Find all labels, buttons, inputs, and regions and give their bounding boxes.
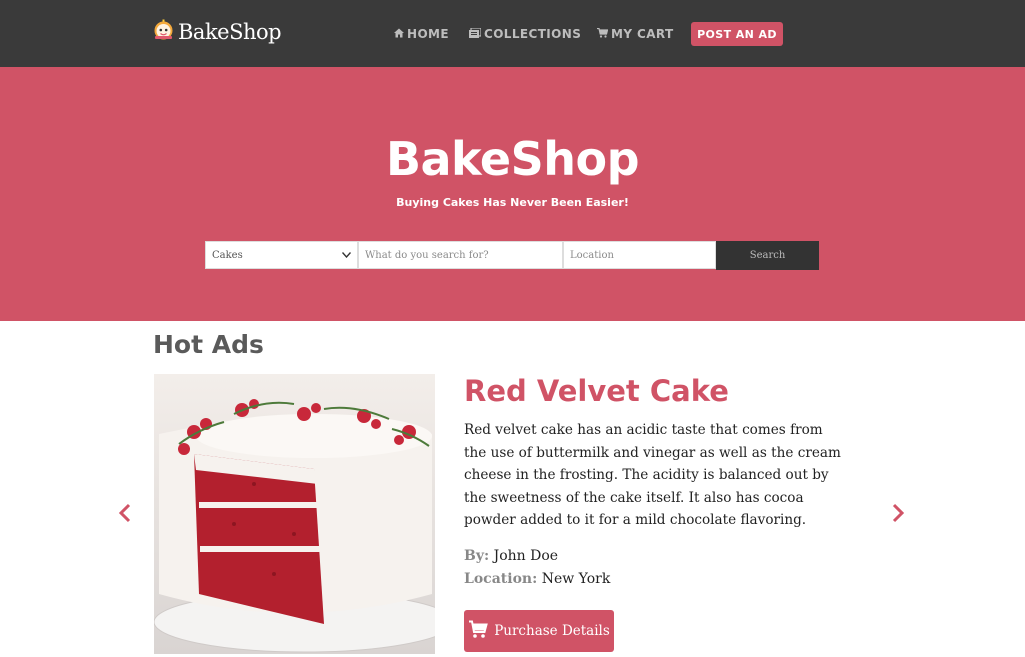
- collections-icon: [469, 27, 482, 41]
- nav-home-label: HOME: [407, 27, 449, 41]
- carousel-prev-button[interactable]: [118, 503, 132, 527]
- hot-ads-title: Hot Ads: [153, 330, 264, 359]
- location-input-placeholder: Location: [570, 249, 614, 261]
- chevron-right-icon: [891, 503, 905, 527]
- product-author: By: John Doe: [464, 548, 558, 564]
- search-input-placeholder: What do you search for?: [365, 249, 489, 261]
- nav-collections[interactable]: COLLECTIONS: [469, 27, 581, 41]
- hero-subtitle: Buying Cakes Has Never Been Easier!: [396, 196, 629, 209]
- cart-icon: [597, 27, 609, 41]
- post-ad-button[interactable]: POST AN AD: [691, 22, 783, 46]
- chevron-left-icon: [118, 503, 132, 527]
- nav-home[interactable]: HOME: [394, 27, 449, 41]
- search-button[interactable]: Search: [716, 241, 819, 270]
- cake-icon: [153, 19, 174, 44]
- brand-name: BakeShop: [178, 19, 282, 44]
- nav-cart-label: MY CART: [611, 27, 674, 41]
- nav-collections-label: COLLECTIONS: [484, 27, 582, 41]
- carousel-next-button[interactable]: [891, 503, 905, 527]
- nav-my-cart[interactable]: MY CART: [597, 27, 674, 41]
- purchase-details-label: Purchase Details: [494, 623, 610, 639]
- purchase-details-button[interactable]: Purchase Details: [464, 610, 614, 652]
- location-value: New York: [541, 571, 611, 587]
- product-location: Location: New York: [464, 571, 610, 587]
- search-input[interactable]: What do you search for?: [358, 241, 563, 269]
- chevron-down-icon: [341, 250, 352, 261]
- home-icon: [394, 27, 404, 41]
- category-select-value: Cakes: [212, 249, 243, 261]
- hero-banner: BakeShop Buying Cakes Has Never Been Eas…: [0, 67, 1025, 321]
- author-label: By:: [464, 548, 490, 564]
- product-title[interactable]: Red Velvet Cake: [464, 374, 729, 408]
- location-label: Location:: [464, 571, 538, 587]
- category-select[interactable]: Cakes: [205, 241, 358, 269]
- author-value: John Doe: [493, 548, 559, 564]
- search-bar: Cakes What do you search for? Location S…: [205, 241, 819, 270]
- top-navbar: BakeShop HOME COLLECTIONS MY CART POST A…: [0, 0, 1025, 67]
- cart-icon: [468, 620, 489, 643]
- product-description: Red velvet cake has an acidic taste that…: [464, 422, 841, 528]
- hero-title: BakeShop: [385, 132, 640, 186]
- brand-logo[interactable]: BakeShop: [153, 19, 282, 44]
- location-input[interactable]: Location: [563, 241, 716, 269]
- product-image[interactable]: [154, 374, 435, 654]
